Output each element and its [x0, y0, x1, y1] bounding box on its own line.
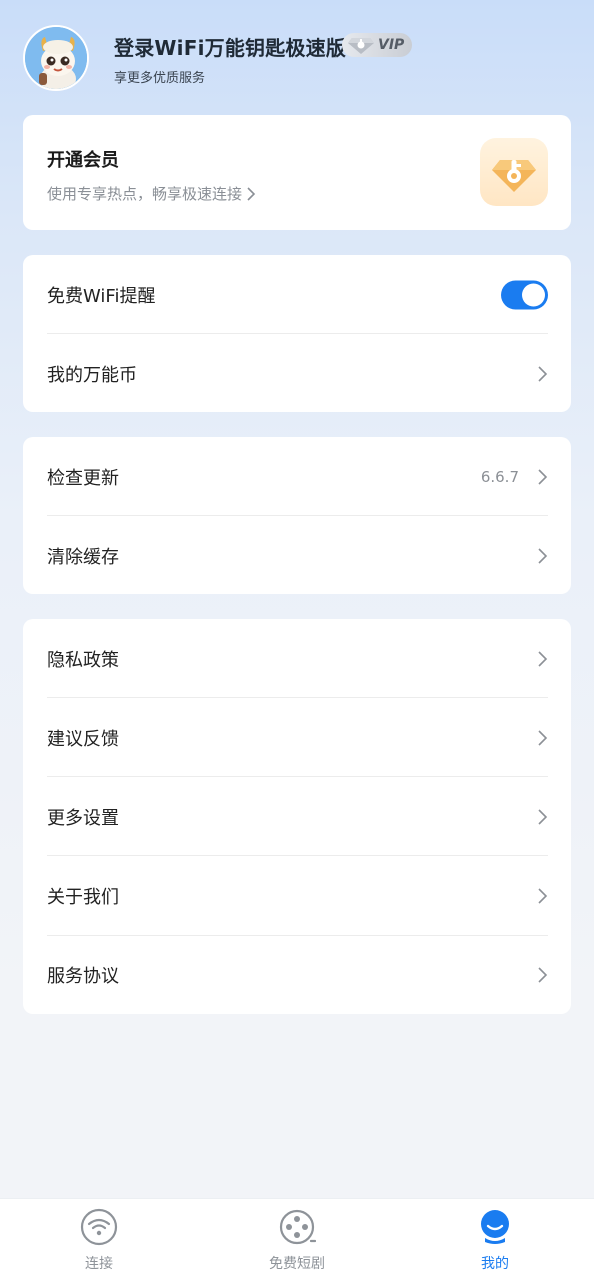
nav-short-drama-label: 免费短剧 — [269, 1256, 325, 1272]
chevron-right-icon — [538, 547, 548, 564]
wifi-icon — [80, 1208, 118, 1246]
chevron-right-icon — [538, 729, 548, 746]
free-wifi-reminder-toggle[interactable] — [501, 280, 548, 309]
clear-cache-row[interactable]: 清除缓存 — [23, 516, 571, 595]
check-update-label: 检查更新 — [47, 467, 119, 489]
chevron-right-icon — [538, 808, 548, 825]
more-settings-label: 更多设置 — [47, 807, 119, 829]
vip-diamond-icon — [348, 38, 374, 54]
more-settings-row[interactable]: 更多设置 — [23, 777, 571, 856]
service-agreement-row[interactable]: 服务协议 — [23, 935, 571, 1014]
toggle-knob — [522, 283, 545, 306]
avatar-mascot-icon — [25, 27, 87, 89]
film-reel-icon — [279, 1209, 316, 1245]
settings-group-2: 检查更新 6.6.7 清除缓存 — [23, 437, 571, 594]
feedback-row[interactable]: 建议反馈 — [23, 698, 571, 777]
nav-mine[interactable]: 我的 — [435, 1199, 555, 1280]
chevron-right-icon — [247, 186, 256, 201]
chevron-right-icon — [538, 468, 548, 485]
feedback-label: 建议反馈 — [47, 728, 119, 750]
membership-subtitle-text: 使用专享热点，畅享极速连接 — [47, 185, 243, 203]
membership-title: 开通会员 — [47, 150, 119, 171]
clear-cache-label: 清除缓存 — [47, 546, 119, 568]
login-title[interactable]: 登录WiFi万能钥匙极速版 — [114, 32, 346, 61]
membership-subtitle: 使用专享热点，畅享极速连接 — [47, 183, 256, 204]
free-wifi-reminder-label: 免费WiFi提醒 — [47, 285, 156, 307]
privacy-policy-label: 隐私政策 — [47, 649, 119, 671]
settings-group-1: 免费WiFi提醒 我的万能币 — [23, 255, 571, 412]
login-subtitle: 享更多优质服务 — [114, 71, 206, 86]
bottom-navigation: 连接 免费短剧 我的 — [0, 1198, 594, 1280]
service-agreement-label: 服务协议 — [47, 965, 119, 987]
membership-card[interactable]: 开通会员 使用专享热点，畅享极速连接 — [23, 115, 571, 230]
my-coins-label: 我的万能币 — [47, 364, 137, 386]
nav-connect[interactable]: 连接 — [39, 1199, 159, 1280]
chevron-right-icon — [538, 887, 548, 904]
vip-label: VIP — [378, 37, 405, 53]
settings-group-3: 隐私政策 建议反馈 更多设置 关于我们 服务协议 — [23, 619, 571, 1014]
my-coins-row[interactable]: 我的万能币 — [23, 334, 571, 413]
nav-connect-label: 连接 — [85, 1256, 113, 1272]
avatar[interactable] — [23, 25, 89, 91]
chevron-right-icon — [538, 966, 548, 983]
chevron-right-icon — [538, 650, 548, 667]
gold-diamond-icon — [492, 160, 536, 192]
membership-gem-icon-box — [480, 138, 548, 206]
profile-icon — [481, 1210, 509, 1244]
nav-short-drama[interactable]: 免费短剧 — [237, 1199, 357, 1280]
vip-badge: VIP — [342, 33, 413, 57]
privacy-policy-row[interactable]: 隐私政策 — [23, 619, 571, 698]
version-value: 6.6.7 — [480, 467, 519, 486]
chevron-right-icon — [538, 365, 548, 382]
profile-header: 登录WiFi万能钥匙极速版 VIP 享更多优质服务 — [0, 0, 594, 110]
about-us-label: 关于我们 — [47, 886, 119, 908]
check-update-row[interactable]: 检查更新 6.6.7 — [23, 437, 571, 516]
free-wifi-reminder-row: 免费WiFi提醒 — [23, 255, 571, 334]
about-us-row[interactable]: 关于我们 — [23, 856, 571, 935]
nav-mine-label: 我的 — [481, 1256, 509, 1272]
